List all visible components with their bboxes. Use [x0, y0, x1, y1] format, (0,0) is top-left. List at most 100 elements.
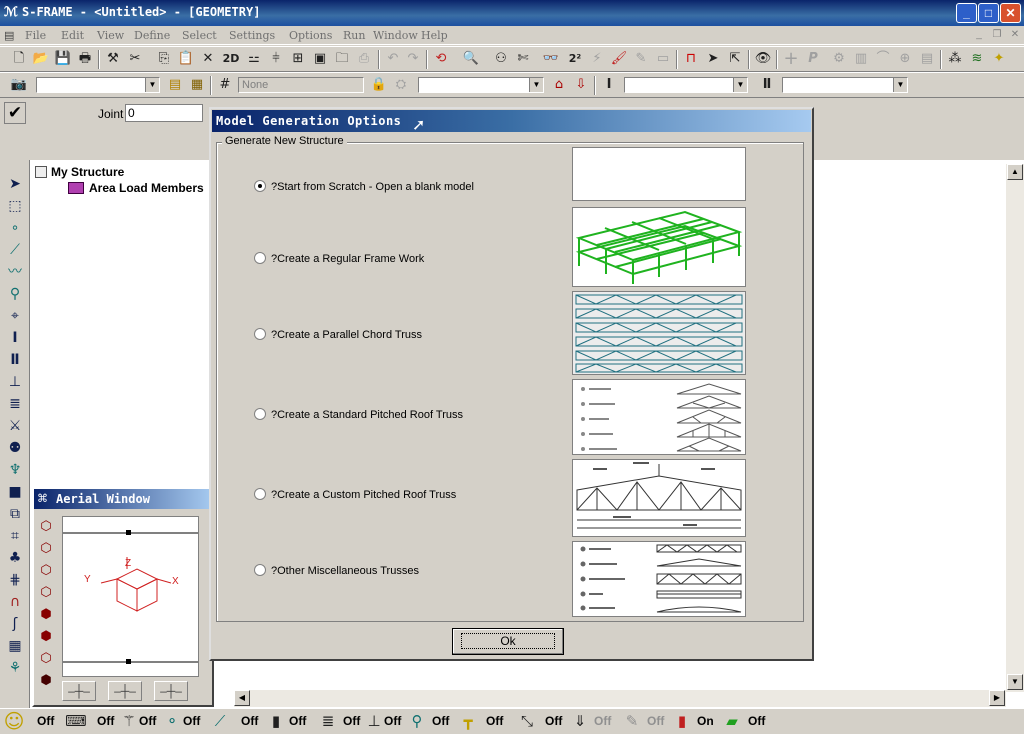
view-top-icon[interactable]: ⬢	[38, 606, 54, 622]
block-icon[interactable]: ■	[4, 482, 26, 502]
option-regular-frame[interactable]: ?Create a Regular Frame Work	[254, 252, 424, 265]
new-file-icon[interactable]: 🗋	[10, 50, 28, 68]
radio-selected-icon[interactable]	[254, 180, 266, 192]
paste-icon[interactable]: 📋	[177, 50, 195, 68]
smiley-icon[interactable]: ☺	[2, 710, 26, 732]
delete-icon[interactable]: ✕	[199, 50, 217, 68]
stack-icon[interactable]: ≋	[968, 50, 986, 68]
status-toggle[interactable]: Off	[289, 714, 306, 728]
status-toggle[interactable]: Off	[241, 714, 258, 728]
dimension-icon[interactable]: ⌗	[4, 526, 26, 546]
view-bottom-icon[interactable]: ⬢	[38, 628, 54, 644]
lock-icon[interactable]: 🔒	[370, 76, 388, 94]
status-toggle[interactable]: Off	[647, 714, 664, 728]
section-props-icon[interactable]: Ⅱ	[758, 76, 776, 94]
maximize-button[interactable]: □	[978, 3, 999, 23]
keyboard-icon[interactable]: ⌨	[64, 710, 88, 732]
scroll-left-icon[interactable]: ◀	[234, 690, 250, 706]
section-ii-icon[interactable]: Ⅱ	[4, 350, 26, 370]
menu-edit[interactable]: Edit	[61, 29, 84, 42]
layers-icon[interactable]: ▤	[166, 76, 184, 94]
status-toggle[interactable]: Off	[139, 714, 156, 728]
option-misc-trusses[interactable]: ?Other Miscellaneous Trusses	[254, 564, 419, 577]
aerial-zoom-out-button[interactable]: –┼–	[62, 681, 96, 701]
pencil-status-icon[interactable]: ✎	[620, 710, 644, 732]
menu-run[interactable]: Run	[343, 29, 365, 42]
radio-icon[interactable]	[254, 488, 266, 500]
library-icon[interactable]: ⎙	[355, 50, 373, 68]
frame-icon[interactable]: ⧉	[4, 504, 26, 524]
scissor-select-icon[interactable]: ✄	[514, 50, 532, 68]
member-combo[interactable]: ▼	[624, 77, 748, 93]
vertical-scrollbar[interactable]: ▲ ▼	[1006, 164, 1024, 692]
ruler-icon[interactable]: ┳	[456, 710, 480, 732]
view-right-icon[interactable]: ⬡	[38, 584, 54, 600]
grid-table-icon[interactable]: ▦	[4, 636, 26, 656]
app-icon[interactable]: ℳ	[3, 4, 19, 20]
star-icon[interactable]: ✦	[990, 50, 1008, 68]
aerial-zoom-in-button[interactable]: –┼–	[108, 681, 142, 701]
status-toggle[interactable]: Off	[97, 714, 114, 728]
ok-button[interactable]: Ok	[452, 628, 564, 655]
aerial-window-title[interactable]: Aerial Window	[34, 489, 212, 509]
option-parallel-chord-truss[interactable]: ?Create a Parallel Chord Truss	[254, 328, 422, 341]
dialog-title[interactable]: Model Generation Options	[212, 110, 811, 132]
view-combo[interactable]: ▼	[36, 77, 160, 93]
curve-icon[interactable]: ⌒	[874, 50, 892, 68]
scroll-down-icon[interactable]: ▼	[1007, 674, 1023, 690]
section-combo[interactable]: ▼	[418, 77, 544, 93]
drill-icon[interactable]: ⁂	[946, 50, 964, 68]
2d-view-icon[interactable]: 2D	[222, 50, 240, 68]
menu-select[interactable]: Select	[182, 29, 217, 42]
arrow-select-icon[interactable]: ⇱	[726, 50, 744, 68]
tree-root[interactable]: My Structure	[51, 165, 124, 179]
status-toggle[interactable]: On	[697, 714, 714, 728]
aerial-fit-button[interactable]: –┼–	[154, 681, 188, 701]
joint-icon[interactable]: ∘	[4, 218, 26, 238]
stairs-icon[interactable]: ⋕	[4, 570, 26, 590]
card-icon[interactable]: ▤	[918, 50, 936, 68]
rectangle-icon[interactable]: ▭	[654, 50, 672, 68]
menu-window[interactable]: Window	[373, 29, 418, 42]
support-status-icon[interactable]: ⊥	[362, 710, 386, 732]
radio-icon[interactable]	[254, 408, 266, 420]
pointer-icon[interactable]: ➤	[704, 50, 722, 68]
menu-settings[interactable]: Settings	[229, 29, 275, 42]
pin-status-icon[interactable]: ⚲	[405, 710, 429, 732]
brush-icon[interactable]: 🖌	[610, 50, 628, 68]
member-icon[interactable]: ⟋	[4, 240, 26, 260]
member-chain-icon[interactable]: 〰	[4, 262, 26, 282]
load-point-icon[interactable]: ⚉	[4, 438, 26, 458]
status-toggle[interactable]: Off	[432, 714, 449, 728]
zoom-icon[interactable]: 🔍	[462, 50, 480, 68]
load-icon[interactable]: ⚡	[588, 50, 606, 68]
status-toggle[interactable]: Off	[545, 714, 562, 728]
p-icon[interactable]: P	[804, 50, 822, 68]
plus-icon[interactable]: +	[782, 50, 800, 68]
film-icon[interactable]: ▮	[264, 710, 288, 732]
tools-icon[interactable]: ⚒	[104, 50, 122, 68]
squared-icon[interactable]: 2²	[566, 50, 584, 68]
joint-input[interactable]: 0	[125, 104, 203, 122]
status-toggle[interactable]: Off	[486, 714, 503, 728]
save-icon[interactable]: 💾	[54, 50, 72, 68]
slash-icon[interactable]: ⤡	[515, 710, 539, 732]
option-blank-model[interactable]: ?Start from Scratch - Open a blank model	[254, 180, 474, 193]
layer-combo[interactable]: None	[238, 77, 364, 93]
hook-icon[interactable]: ʃ	[4, 614, 26, 634]
load-status-icon[interactable]: ⇓	[568, 710, 592, 732]
view-iso2-icon[interactable]: ⬢	[38, 672, 54, 688]
camera-icon[interactable]: 📷	[10, 76, 28, 94]
magnify-icon[interactable]: ⊕	[896, 50, 914, 68]
trophy-icon[interactable]: ♆	[4, 460, 26, 480]
status-toggle[interactable]: Off	[748, 714, 765, 728]
radio-icon[interactable]	[254, 564, 266, 576]
aerial-view[interactable]	[62, 516, 199, 677]
minimize-button[interactable]: _	[956, 3, 977, 23]
select-box-icon[interactable]: ⬚	[4, 196, 26, 216]
binoculars-icon[interactable]: ⚇	[492, 50, 510, 68]
grid-icon[interactable]: #	[216, 76, 234, 94]
box-select-icon[interactable]: ▣	[311, 50, 329, 68]
option-custom-roof-truss[interactable]: ?Create a Custom Pitched Roof Truss	[254, 488, 456, 501]
split-icon[interactable]: ⫩	[267, 50, 285, 68]
